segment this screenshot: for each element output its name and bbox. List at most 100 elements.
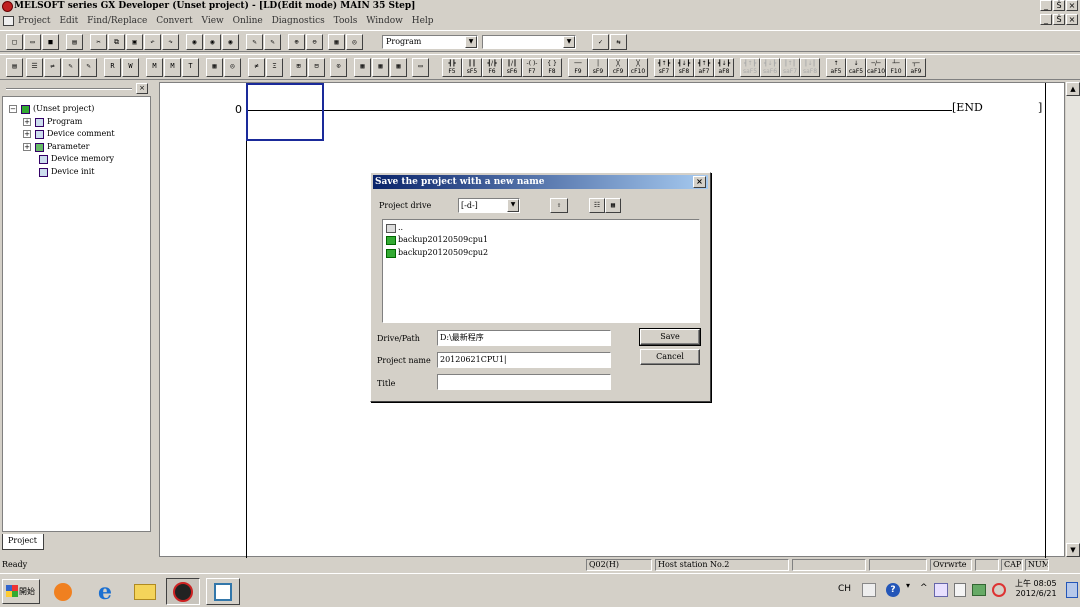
chevron-down-icon[interactable]: ▼	[507, 199, 519, 212]
tree-item-device-memory[interactable]: Device memory	[39, 154, 114, 164]
monitor-start-icon[interactable]: ⊕	[288, 34, 305, 50]
chevron-down-icon[interactable]: ▼	[563, 36, 575, 48]
tree-item-device-comment[interactable]: Device comment	[35, 129, 115, 139]
network-icon[interactable]	[934, 583, 948, 597]
volume-icon[interactable]	[972, 584, 986, 596]
save-button[interactable]: Save	[639, 328, 701, 346]
tree-item-parameter[interactable]: Parameter	[35, 142, 89, 152]
ladder-symbol-button-f10[interactable]: ┴─ F10	[886, 58, 906, 77]
media-player-icon[interactable]	[46, 578, 80, 605]
explorer-icon[interactable]	[128, 578, 162, 605]
monitor-stop-icon[interactable]: ⊖	[306, 34, 323, 50]
menu-window[interactable]: Window	[366, 16, 403, 26]
ladder-symbol-button-cf9[interactable]: ╳ cF9	[608, 58, 628, 77]
ladder-cursor[interactable]	[246, 83, 324, 141]
expand-icon[interactable]: +	[23, 118, 31, 126]
statement-icon[interactable]: ✎	[80, 58, 97, 77]
ie-icon[interactable]: e	[88, 578, 122, 605]
gx-developer-task-icon[interactable]	[166, 578, 200, 605]
start-button[interactable]: 開始	[2, 579, 40, 604]
delete-row-icon[interactable]: ⊟	[308, 58, 325, 77]
insert-row-icon[interactable]: ⊞	[290, 58, 307, 77]
find-step-icon[interactable]: ◉	[222, 34, 239, 50]
show-desktop-icon[interactable]	[1066, 582, 1078, 598]
ladder-symbol-button-f7[interactable]: -( )- F7	[522, 58, 542, 77]
list-item[interactable]: backup20120509cpu2	[386, 248, 488, 258]
tree-root[interactable]: (Unset project)	[21, 104, 94, 114]
close-button[interactable]: ×	[1066, 0, 1078, 11]
ladder-symbol-button-af7[interactable]: ┫↑┣ aF7	[694, 58, 714, 77]
end-instruction[interactable]: [END	[952, 101, 983, 114]
macro-icon[interactable]: ▦	[206, 58, 223, 77]
menu-view[interactable]: View	[202, 16, 224, 26]
ladder-symbol-button-caf5[interactable]: ↓ caF5	[846, 58, 866, 77]
open-folder-icon[interactable]: ▭	[24, 34, 41, 50]
convert-all-icon[interactable]: Ξ	[266, 58, 283, 77]
help-icon[interactable]: ?	[886, 583, 900, 597]
comment-icon[interactable]: ✎	[62, 58, 79, 77]
project-drive-select[interactable]: [-d-] ▼	[458, 198, 520, 213]
scroll-up-icon[interactable]: ▲	[1066, 82, 1080, 96]
expand-icon[interactable]: +	[23, 130, 31, 138]
close-icon[interactable]: ×	[693, 176, 706, 188]
ladder-symbol-button-af5[interactable]: ↑ aF5	[826, 58, 846, 77]
doc-minimize-button[interactable]: _	[1040, 14, 1052, 25]
tree-item-program[interactable]: Program	[35, 117, 82, 127]
ladder-symbol-button-af8[interactable]: ┫↓┣ aF8	[714, 58, 734, 77]
up-folder-icon[interactable]: ⇧	[550, 198, 568, 213]
security-alert-icon[interactable]	[992, 583, 1006, 597]
cancel-button[interactable]: Cancel	[640, 349, 700, 365]
doc-restore-button[interactable]: Š	[1053, 14, 1065, 25]
dialog-title[interactable]: Save the project with a new name ×	[373, 175, 708, 189]
device-list-icon[interactable]: ▦	[354, 58, 371, 77]
ladder-symbol-button-sf9[interactable]: │ sF9	[588, 58, 608, 77]
transfer-setup-icon[interactable]: ⇆	[610, 34, 627, 50]
device-test-icon[interactable]: T	[182, 58, 199, 77]
menu-help[interactable]: Help	[412, 16, 434, 26]
keyboard-icon[interactable]	[862, 583, 876, 597]
menu-online[interactable]: Online	[233, 16, 263, 26]
paste-icon[interactable]: ▣	[126, 34, 143, 50]
options-icon[interactable]: ▾	[906, 581, 910, 590]
parameter-check-icon[interactable]: ✓	[592, 34, 609, 50]
find-instruction-icon[interactable]: ◉	[204, 34, 221, 50]
list-item[interactable]: backup20120509cpu1	[386, 235, 488, 245]
menu-diagnostics[interactable]: Diagnostics	[272, 16, 325, 26]
ladder-symbol-button-sf7[interactable]: ┫↑┣ sF7	[654, 58, 674, 77]
ladder-symbol-button-sf8[interactable]: ┫↓┣ sF8	[674, 58, 694, 77]
new-file-icon[interactable]: □	[6, 34, 23, 50]
app-icon[interactable]	[2, 1, 13, 12]
details-view-icon[interactable]: ▦	[605, 198, 621, 213]
collapse-icon[interactable]: −	[9, 105, 17, 113]
menu-project[interactable]: Project	[18, 16, 51, 26]
copy-icon[interactable]: ⧉	[108, 34, 125, 50]
read-mode-icon[interactable]: R	[104, 58, 121, 77]
restore-button[interactable]: Š	[1053, 0, 1065, 11]
convert-icon[interactable]: ≠	[248, 58, 265, 77]
project-file-list[interactable]: .. backup20120509cpu1 backup20120509cpu2	[382, 219, 700, 323]
title-field[interactable]	[437, 374, 611, 390]
undo-icon[interactable]: ↶	[144, 34, 161, 50]
ladder-symbol-button-caf10[interactable]: ─/─ caF10	[866, 58, 886, 77]
doc-close-button[interactable]: ×	[1066, 14, 1078, 25]
list-mode-icon[interactable]: ☰	[26, 58, 43, 77]
tab-project[interactable]: Project	[2, 534, 44, 550]
ladder-symbol-button-f5[interactable]: ┫┣ F5	[442, 58, 462, 77]
ladder-mode-icon[interactable]: ▤	[6, 58, 23, 77]
ladder-symbol-button-cf10[interactable]: ╳ cF10	[628, 58, 648, 77]
redo-icon[interactable]: ↷	[162, 34, 179, 50]
project-name-field[interactable]: 20120621CPU1|	[437, 352, 611, 368]
monitor-write-icon[interactable]: M	[164, 58, 181, 77]
display-icon[interactable]: ▭	[412, 58, 429, 77]
entry-monitor-icon[interactable]: ◎	[346, 34, 363, 50]
minimize-button[interactable]: _	[1040, 0, 1052, 11]
vertical-scrollbar[interactable]: ▲ ▼	[1066, 82, 1080, 557]
menu-convert[interactable]: Convert	[156, 16, 192, 26]
app-task-icon[interactable]	[206, 578, 240, 605]
list-view-icon[interactable]: ☷	[589, 198, 605, 213]
ladder-symbol-button-sf5[interactable]: ║║ sF5	[462, 58, 482, 77]
save-icon[interactable]: ■	[42, 34, 59, 50]
write-plc-icon[interactable]: ✎	[246, 34, 263, 50]
list-item-parent[interactable]: ..	[386, 223, 403, 233]
ladder-symbol-button-f6[interactable]: ┫/┣ F6	[482, 58, 502, 77]
